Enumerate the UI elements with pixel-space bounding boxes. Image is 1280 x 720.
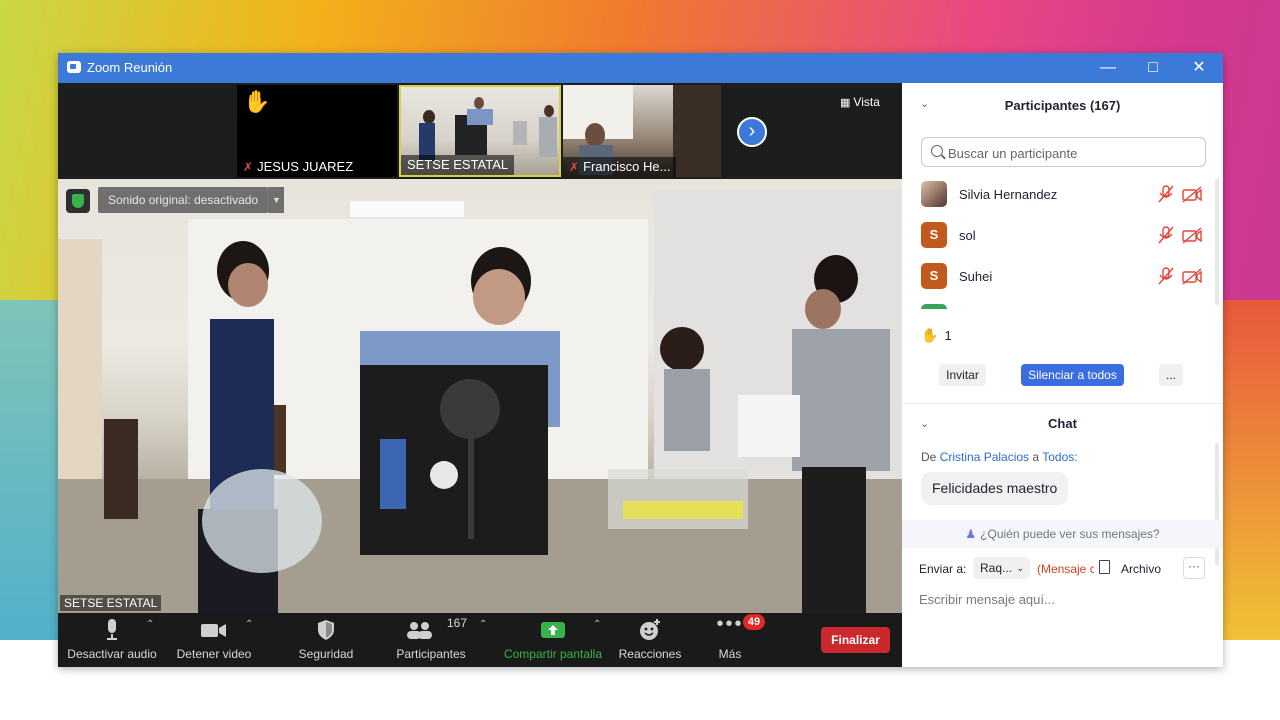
search-icon — [931, 145, 943, 157]
raised-hand-icon: ✋ — [921, 327, 939, 343]
participant-search[interactable] — [921, 137, 1206, 167]
invite-button[interactable]: Invitar — [939, 364, 986, 386]
title-bar: Zoom Reunión — □ ✕ — [58, 53, 1223, 83]
participants-button[interactable]: 167 Participantes — [388, 613, 474, 667]
send-to-label: Enviar a: — [919, 562, 967, 576]
send-to-row: Enviar a: Raq... ⌄ (Mensaje c Archivo ··· — [902, 554, 1223, 582]
file-icon[interactable] — [1099, 560, 1110, 574]
chat-title: Chat — [1048, 416, 1077, 431]
sender-name[interactable]: Cristina Palacios — [940, 450, 1029, 464]
chevron-down-icon[interactable]: ▼ — [268, 187, 284, 213]
video-thumbnail-active[interactable]: SETSE ESTATAL — [399, 85, 561, 177]
mute-all-button[interactable]: Silenciar a todos — [1021, 364, 1124, 386]
chevron-down-icon: ⌄ — [1016, 563, 1024, 573]
original-sound-toggle[interactable]: Sonido original: desactivado — [98, 187, 269, 213]
participant-name: Silvia Hernandez — [959, 187, 1058, 202]
avatar — [921, 304, 947, 309]
minimize-icon[interactable]: — — [1085, 53, 1131, 83]
main-video: Sonido original: desactivado ▼ SETSE EST… — [58, 179, 902, 613]
more-options-button[interactable]: ... — [1159, 364, 1183, 386]
participant-row-partial[interactable] — [902, 298, 1214, 309]
raised-hand-icon: ✋ — [243, 89, 271, 114]
thumbnail-label: SETSE ESTATAL — [401, 155, 515, 175]
audio-options-caret[interactable]: ⌃ — [146, 619, 154, 630]
message-header: De Cristina Palacios a Todos: — [921, 450, 1078, 464]
chevron-right-icon[interactable]: › — [737, 117, 767, 147]
participant-row[interactable]: S sol — [902, 216, 1214, 257]
speaker-name-label: SETSE ESTATAL — [60, 595, 162, 611]
video-camera-icon — [201, 624, 226, 637]
recipient-select[interactable]: Raq... ⌄ — [973, 557, 1030, 579]
chat-more-button[interactable]: ··· — [1183, 557, 1205, 579]
side-panel: ⌄ Participantes (167) Silvia Hernandez S… — [902, 83, 1223, 667]
zoom-app-icon — [67, 61, 81, 73]
recipient-name: Todos: — [1042, 450, 1078, 464]
muted-mic-icon: ✗ — [243, 160, 254, 174]
file-button[interactable]: Archivo — [1121, 562, 1161, 576]
chat-scrollbar[interactable] — [1214, 439, 1220, 569]
smiley-plus-icon — [640, 619, 660, 640]
participants-header: ⌄ Participantes (167) — [902, 83, 1223, 125]
video-thumbnail[interactable]: ✋ ✗ JESUS JUAREZ — [237, 85, 397, 177]
share-screen-button[interactable]: Compartir pantalla — [498, 613, 608, 667]
video-options-caret[interactable]: ⌃ — [245, 619, 253, 630]
search-input[interactable] — [948, 144, 1198, 162]
ellipsis-icon: ••• — [716, 613, 744, 635]
participant-name: sol — [959, 228, 976, 243]
grid-icon: ▦ — [840, 97, 851, 109]
chat-header: ⌄ Chat — [902, 403, 1223, 439]
participants-options-caret[interactable]: ⌃ — [479, 619, 487, 630]
participant-name: Suhei — [959, 269, 993, 284]
zoom-window: Zoom Reunión — □ ✕ ✋ ✗ JESUS JUAREZ SETS… — [58, 53, 1223, 667]
muted-mic-icon[interactable] — [1156, 184, 1176, 204]
participant-row[interactable]: Silvia Hernandez — [902, 175, 1214, 216]
participants-count: 167 — [447, 616, 468, 630]
microphone-icon — [107, 619, 117, 640]
participant-row[interactable]: S Suhei — [902, 257, 1214, 298]
thumbnail-label: ✗ JESUS JUAREZ — [237, 157, 360, 177]
raised-hands-count: ✋ 1 — [921, 327, 952, 343]
meeting-toolbar: Desactivar audio ⌃ Detener video ⌃ Segur… — [58, 613, 902, 667]
security-button[interactable]: Seguridad — [284, 613, 368, 667]
participants-icon — [407, 622, 432, 639]
window-title: Zoom Reunión — [87, 60, 173, 75]
muted-mic-icon: ✗ — [569, 160, 580, 174]
chat-message-input[interactable] — [919, 589, 1209, 609]
thumbnail-label: ✗ Francisco He... — [563, 157, 677, 177]
view-button[interactable]: ▦ Vista — [840, 95, 880, 109]
close-icon[interactable]: ✕ — [1176, 53, 1222, 83]
shield-icon — [318, 620, 334, 640]
participants-title: Participantes (167) — [1004, 98, 1121, 113]
avatar: S — [921, 263, 947, 289]
muted-mic-icon[interactable] — [1156, 225, 1176, 245]
message-visibility-info[interactable]: ♟ ¿Quién puede ver sus mensajes? — [902, 520, 1223, 548]
avatar — [921, 181, 947, 207]
end-meeting-button[interactable]: Finalizar — [821, 627, 890, 653]
muted-mic-icon[interactable] — [1156, 266, 1176, 286]
participants-list: Silvia Hernandez S sol S Suhei — [902, 175, 1214, 309]
video-off-icon[interactable] — [1182, 266, 1202, 286]
video-stage: ✋ ✗ JESUS JUAREZ SETSE ESTATAL ✗ Francis… — [58, 83, 902, 667]
reactions-button[interactable]: Reacciones — [610, 613, 690, 667]
participants-scrollbar[interactable] — [1214, 175, 1220, 309]
share-options-caret[interactable]: ⌃ — [593, 619, 601, 630]
shield-check-icon[interactable] — [66, 189, 90, 213]
video-off-icon[interactable] — [1182, 225, 1202, 245]
notification-badge: 49 — [743, 614, 765, 630]
video-strip: ✋ ✗ JESUS JUAREZ SETSE ESTATAL ✗ Francis… — [58, 83, 902, 179]
video-thumbnail[interactable]: ✗ Francisco He... — [563, 85, 721, 177]
chat-message: Felicidades maestro — [921, 472, 1069, 505]
people-icon: ♟ — [965, 527, 977, 541]
avatar: S — [921, 222, 947, 248]
video-off-icon[interactable] — [1182, 184, 1202, 204]
maximize-icon[interactable]: □ — [1130, 53, 1176, 83]
background-right-gradient — [1222, 300, 1280, 640]
private-message-note: (Mensaje c — [1037, 562, 1094, 576]
share-screen-icon — [541, 622, 565, 638]
video-scene — [58, 189, 902, 613]
background-left-gradient — [0, 300, 58, 640]
